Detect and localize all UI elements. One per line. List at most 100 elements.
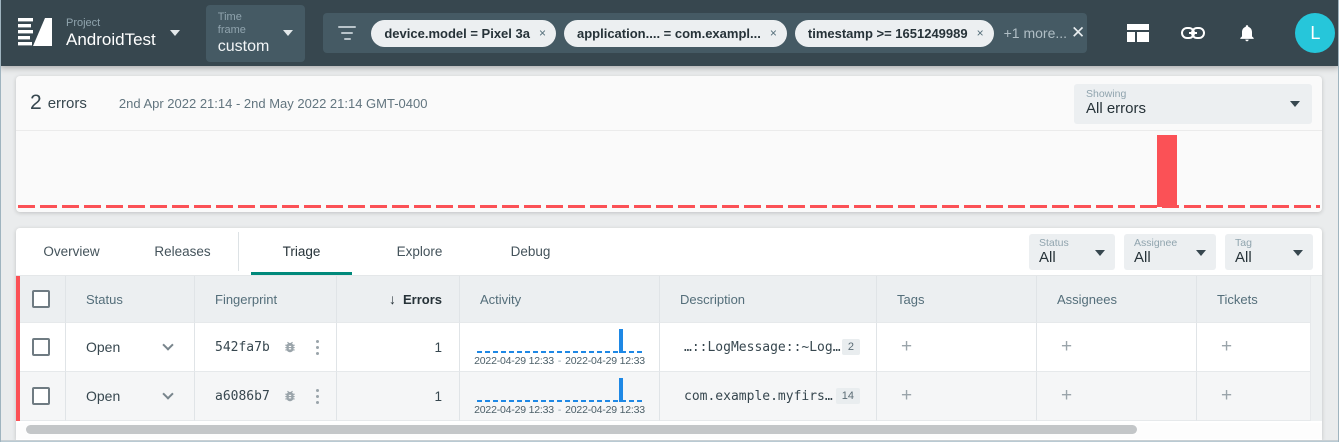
column-header-assignees[interactable]: Assignees xyxy=(1037,276,1197,323)
project-selector[interactable]: Project AndroidTest xyxy=(66,17,180,50)
filter-chip-timestamp[interactable]: timestamp >= 1651249989 × xyxy=(795,20,994,47)
filter-chip-text: application.... = com.exampl... xyxy=(577,26,761,41)
vertical-scrollbar-gutter xyxy=(1310,276,1322,421)
row-menu-icon[interactable] xyxy=(316,346,319,349)
row-checkbox[interactable] xyxy=(32,387,50,405)
status-filter-label: Status xyxy=(1039,237,1105,249)
top-bar: Project AndroidTest Time frame custom de… xyxy=(0,0,1339,66)
table-header-row: Status Fingerprint ↓ Errors Activity Des… xyxy=(16,276,1310,323)
bug-icon[interactable] xyxy=(283,389,297,403)
select-all-checkbox[interactable] xyxy=(32,290,50,308)
status-filter-dropdown[interactable]: Status All xyxy=(1029,234,1115,270)
chip-close-icon[interactable]: × xyxy=(770,26,777,40)
assignees-cell: + xyxy=(1037,372,1197,421)
status-value: Open xyxy=(86,339,120,355)
description-cell: …::LogMessage::~LogMes… 2 xyxy=(660,323,877,372)
chevron-down-icon xyxy=(170,30,180,36)
column-header-tags[interactable]: Tags xyxy=(877,276,1037,323)
horizontal-scrollbar-thumb[interactable] xyxy=(26,425,1137,434)
column-header-errors[interactable]: ↓ Errors xyxy=(337,276,460,323)
row-checkbox[interactable] xyxy=(32,338,50,356)
project-label: Project xyxy=(66,17,156,30)
status-cell[interactable]: Open xyxy=(66,323,195,372)
tickets-cell: + xyxy=(1197,372,1310,421)
activity-cell: 2022-04-29 12:33-2022-04-29 12:33 xyxy=(460,372,660,421)
add-assignee-button[interactable]: + xyxy=(1061,336,1072,358)
column-header-status[interactable]: Status xyxy=(66,276,195,323)
fingerprint-cell: a6086b7 xyxy=(195,372,337,421)
link-icon[interactable] xyxy=(1181,27,1205,39)
add-tag-button[interactable]: + xyxy=(901,336,912,358)
bell-icon[interactable] xyxy=(1237,23,1257,43)
column-header-tickets[interactable]: Tickets xyxy=(1197,276,1310,323)
tabs-row: Overview Releases Triage Explore Debug S… xyxy=(16,228,1322,276)
filter-chip-text: device.model = Pixel 3a xyxy=(384,26,530,41)
tab-explore[interactable]: Explore xyxy=(364,228,475,275)
error-count: 2 xyxy=(30,91,42,115)
chevron-down-icon xyxy=(162,339,173,350)
filter-chip-device-model[interactable]: device.model = Pixel 3a × xyxy=(371,20,556,47)
row-menu-icon[interactable] xyxy=(316,395,319,398)
errors-count-cell: 1 xyxy=(337,372,460,421)
tickets-cell: + xyxy=(1197,323,1310,372)
activity-sparkline xyxy=(477,327,643,353)
add-assignee-button[interactable]: + xyxy=(1061,385,1072,407)
chip-close-icon[interactable]: × xyxy=(539,26,546,40)
user-avatar[interactable]: L xyxy=(1295,13,1335,53)
errors-timeline-chart xyxy=(16,131,1322,211)
filter-chip-text: timestamp >= 1651249989 xyxy=(808,26,968,41)
clear-filters-icon[interactable]: ✕ xyxy=(1067,19,1089,47)
status-cell[interactable]: Open xyxy=(66,372,195,421)
tab-overview[interactable]: Overview xyxy=(16,228,127,275)
app-logo-icon[interactable] xyxy=(18,17,54,49)
column-header-fingerprint[interactable]: Fingerprint xyxy=(195,276,337,323)
bug-icon[interactable] xyxy=(283,340,297,354)
tag-filter-dropdown[interactable]: Tag All xyxy=(1225,234,1313,270)
showing-label: Showing xyxy=(1086,88,1300,100)
occurrence-badge: 2 xyxy=(842,339,860,355)
chevron-down-icon xyxy=(1095,250,1105,256)
fingerprint-cell: 542fa7b xyxy=(195,323,337,372)
description-text: com.example.myfirstapp… xyxy=(684,389,836,404)
column-header-description[interactable]: Description xyxy=(660,276,877,323)
chevron-down-icon xyxy=(1290,101,1300,107)
fingerprint-value: a6086b7 xyxy=(215,389,270,404)
showing-dropdown[interactable]: Showing All errors xyxy=(1074,84,1312,124)
add-ticket-button[interactable]: + xyxy=(1221,336,1232,358)
activity-dates: 2022-04-29 12:33-2022-04-29 12:33 xyxy=(474,355,645,367)
column-header-errors-label: Errors xyxy=(403,292,442,307)
errors-table: Status Fingerprint ↓ Errors Activity Des… xyxy=(16,276,1322,421)
description-text: …::LogMessage::~LogMes… xyxy=(684,340,842,355)
horizontal-scrollbar[interactable] xyxy=(16,423,1322,439)
description-cell: com.example.myfirstapp… 14 xyxy=(660,372,877,421)
activity-dates: 2022-04-29 12:33-2022-04-29 12:33 xyxy=(474,404,645,416)
chevron-down-icon xyxy=(1293,250,1303,256)
activity-sparkline xyxy=(477,376,643,402)
chevron-down-icon xyxy=(162,388,173,399)
tab-releases[interactable]: Releases xyxy=(127,228,238,275)
filter-bar[interactable]: device.model = Pixel 3a × application...… xyxy=(323,13,1087,53)
timeframe-selector[interactable]: Time frame custom xyxy=(206,5,306,62)
sort-desc-icon: ↓ xyxy=(389,291,396,307)
column-header-activity[interactable]: Activity xyxy=(460,276,660,323)
chip-close-icon[interactable]: × xyxy=(977,26,984,40)
assignee-filter-dropdown[interactable]: Assignee All xyxy=(1124,234,1216,270)
project-name: AndroidTest xyxy=(66,30,156,50)
add-ticket-button[interactable]: + xyxy=(1221,385,1232,407)
severity-strip xyxy=(16,276,20,421)
dashboard-icon[interactable] xyxy=(1127,24,1149,42)
add-tag-button[interactable]: + xyxy=(901,385,912,407)
tags-cell: + xyxy=(877,323,1037,372)
showing-value: All errors xyxy=(1086,100,1300,118)
tab-debug[interactable]: Debug xyxy=(475,228,586,275)
table-row: Open a6086b7 1 2022-04-29 12:33-2022-04-… xyxy=(16,372,1310,421)
tab-triage[interactable]: Triage xyxy=(239,228,364,275)
tag-filter-label: Tag xyxy=(1235,237,1303,249)
filter-chip-application[interactable]: application.... = com.exampl... × xyxy=(564,20,787,47)
chart-error-bar[interactable] xyxy=(1157,135,1177,207)
more-filters[interactable]: +1 more... xyxy=(1004,25,1067,41)
timeframe-label: Time frame xyxy=(218,11,270,37)
assignee-filter-label: Assignee xyxy=(1134,237,1206,249)
timeframe-value: custom xyxy=(218,37,270,56)
errors-count-cell: 1 xyxy=(337,323,460,372)
